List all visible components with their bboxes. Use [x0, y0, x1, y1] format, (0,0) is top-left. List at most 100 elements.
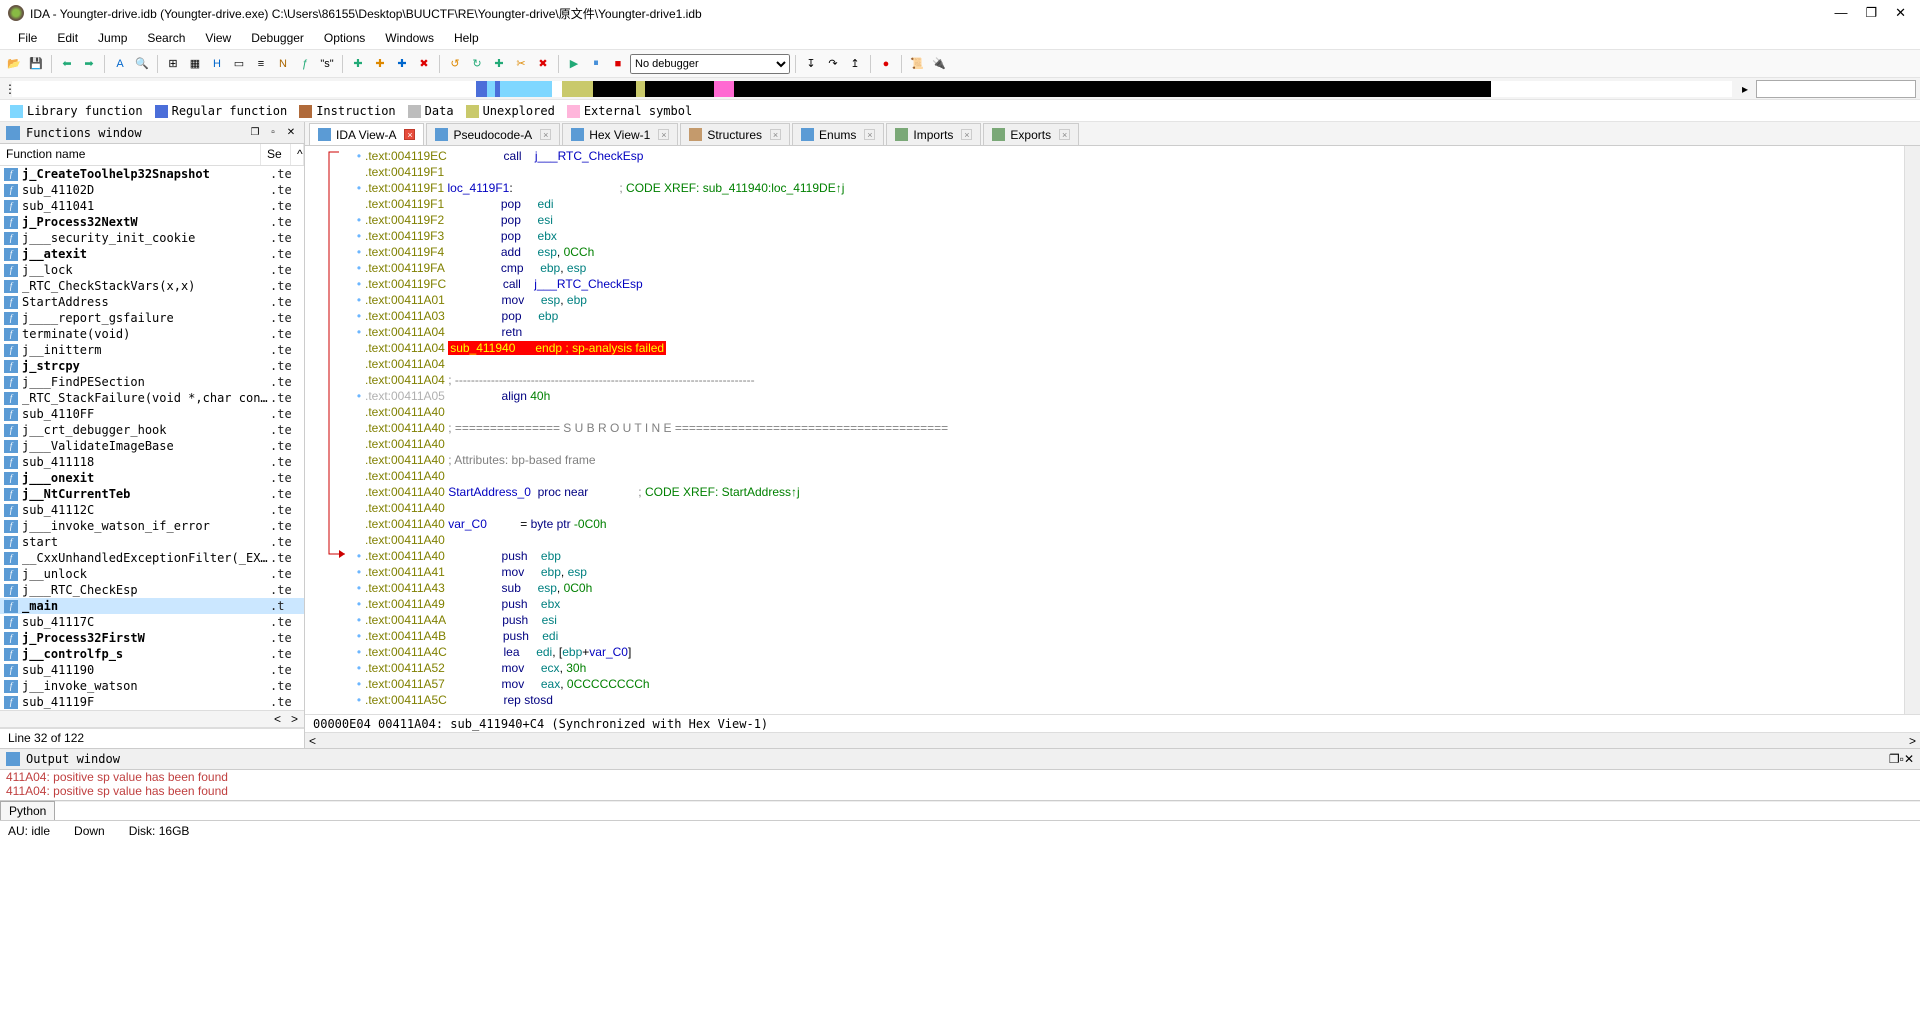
pause-icon[interactable]: ⏸ — [586, 54, 606, 74]
menu-debugger[interactable]: Debugger — [241, 28, 314, 48]
functions-list[interactable]: fj_CreateToolhelp32Snapshot.tefsub_41102… — [0, 166, 304, 710]
tab-enums[interactable]: Enums× — [792, 123, 884, 145]
function-row[interactable]: fj___onexit.te — [0, 470, 304, 486]
tab-close-icon[interactable]: × — [864, 129, 875, 140]
function-row[interactable]: fsub_411041.te — [0, 198, 304, 214]
search-text-icon[interactable]: A — [110, 54, 130, 74]
disasm-line[interactable]: •.text:00411A4C lea edi, [ebp+var_C0] — [353, 644, 1904, 660]
open-icon[interactable]: 📂 — [4, 54, 24, 74]
function-row[interactable]: fj_CreateToolhelp32Snapshot.te — [0, 166, 304, 182]
disasm-line[interactable]: .text:00411A04 — [353, 356, 1904, 372]
hex-icon[interactable]: H — [207, 54, 227, 74]
names-icon[interactable]: N — [273, 54, 293, 74]
disasm-line[interactable]: •.text:004119F2 pop esi — [353, 212, 1904, 228]
search-binary-icon[interactable]: 🔍 — [132, 54, 152, 74]
disasm-line[interactable]: •.text:004119F3 pop ebx — [353, 228, 1904, 244]
function-row[interactable]: fj___invoke_watson_if_error.te — [0, 518, 304, 534]
script-icon[interactable]: 📜 — [907, 54, 927, 74]
options-icon[interactable]: ▫ — [266, 126, 280, 140]
redo-icon[interactable]: ↻ — [467, 54, 487, 74]
scroll-up-icon[interactable]: ^ — [291, 144, 304, 165]
function-row[interactable]: fj__lock.te — [0, 262, 304, 278]
function-row[interactable]: fj_Process32NextW.te — [0, 214, 304, 230]
output-body[interactable]: 411A04: positive sp value has been found… — [0, 770, 1920, 800]
disasm-line[interactable]: .text:00411A40 ; Attributes: bp-based fr… — [353, 452, 1904, 468]
function-row[interactable]: f_main.t — [0, 598, 304, 614]
function-row[interactable]: fsub_411190.te — [0, 662, 304, 678]
function-row[interactable]: fsub_4110FF.te — [0, 406, 304, 422]
kill-icon[interactable]: ✖ — [414, 54, 434, 74]
back-icon[interactable]: ⬅ — [57, 54, 77, 74]
save-icon[interactable]: 💾 — [26, 54, 46, 74]
disasm-line[interactable]: •.text:004119FC call j___RTC_CheckEsp — [353, 276, 1904, 292]
disasm-line[interactable]: •.text:00411A01 mov esp, ebp — [353, 292, 1904, 308]
function-row[interactable]: f__CxxUnhandledExceptionFilter(_EXCEP….t… — [0, 550, 304, 566]
close-panel-icon[interactable]: ✕ — [284, 126, 298, 140]
function-row[interactable]: fj___security_init_cookie.te — [0, 230, 304, 246]
disasm-line[interactable]: •.text:00411A03 pop ebp — [353, 308, 1904, 324]
undo-icon[interactable]: ↺ — [445, 54, 465, 74]
disassembly-view[interactable]: •.text:004119EC call j___RTC_CheckEsp .t… — [353, 146, 1904, 714]
step-into-icon[interactable]: ↧ — [801, 54, 821, 74]
function-row[interactable]: fsub_41119F.te — [0, 694, 304, 710]
close-button[interactable]: ✕ — [1895, 5, 1906, 21]
python-tab[interactable]: Python — [0, 801, 55, 820]
step-out-icon[interactable]: ↥ — [845, 54, 865, 74]
nav-dropdown[interactable] — [1756, 80, 1916, 98]
menu-jump[interactable]: Jump — [88, 28, 137, 48]
function-row[interactable]: fsub_41112C.te — [0, 502, 304, 518]
strings-icon[interactable]: "s" — [317, 54, 337, 74]
plugin-icon[interactable]: 🔌 — [929, 54, 949, 74]
function-row[interactable]: fj___FindPESection.te — [0, 374, 304, 390]
cut-icon[interactable]: ✂ — [511, 54, 531, 74]
function-row[interactable]: fj__invoke_watson.te — [0, 678, 304, 694]
disasm-line[interactable]: .text:00411A04 sub_411940 endp ; sp-anal… — [353, 340, 1904, 356]
graph-icon[interactable]: ▦ — [185, 54, 205, 74]
zoom-fit-icon[interactable]: ⊞ — [163, 54, 183, 74]
vscroll[interactable] — [1904, 146, 1920, 714]
forward-icon[interactable]: ➡ — [79, 54, 99, 74]
delete-icon[interactable]: ✖ — [533, 54, 553, 74]
step-over-icon[interactable]: ↷ — [823, 54, 843, 74]
menu-windows[interactable]: Windows — [375, 28, 444, 48]
tab-close-icon[interactable]: × — [1059, 129, 1070, 140]
function-row[interactable]: fj_Process32FirstW.te — [0, 630, 304, 646]
function-row[interactable]: fsub_41117C.te — [0, 614, 304, 630]
command-input[interactable] — [55, 801, 1920, 820]
menu-help[interactable]: Help — [444, 28, 489, 48]
hscroll-disasm[interactable]: <> — [305, 732, 1920, 748]
disasm-line[interactable]: •.text:00411A49 push ebx — [353, 596, 1904, 612]
function-row[interactable]: fstart.te — [0, 534, 304, 550]
disasm-line[interactable]: •.text:00411A05 align 40h — [353, 388, 1904, 404]
function-row[interactable]: fsub_411118.te — [0, 454, 304, 470]
tab-close-icon[interactable]: × — [404, 129, 415, 140]
function-row[interactable]: fj__initterm.te — [0, 342, 304, 358]
menu-file[interactable]: File — [8, 28, 47, 48]
output-undock-icon[interactable]: ❐ — [1889, 752, 1900, 766]
tab-structures[interactable]: Structures× — [680, 123, 790, 145]
disasm-line[interactable]: .text:00411A40 — [353, 532, 1904, 548]
disasm-line[interactable]: .text:004119F1 — [353, 164, 1904, 180]
disasm-line[interactable]: •.text:00411A40 push ebp — [353, 548, 1904, 564]
tab-close-icon[interactable]: × — [961, 129, 972, 140]
function-row[interactable]: fterminate(void).te — [0, 326, 304, 342]
function-row[interactable]: fj____report_gsfailure.te — [0, 310, 304, 326]
disasm-line[interactable]: .text:00411A40 var_C0 = byte ptr -0C0h — [353, 516, 1904, 532]
function-row[interactable]: fj__NtCurrentTeb.te — [0, 486, 304, 502]
disasm-line[interactable]: .text:00411A40 — [353, 404, 1904, 420]
maximize-button[interactable]: ❐ — [1865, 5, 1877, 21]
disasm-line[interactable]: .text:00411A40 StartAddress_0 proc near … — [353, 484, 1904, 500]
function-row[interactable]: fj_strcpy.te — [0, 358, 304, 374]
menu-search[interactable]: Search — [137, 28, 195, 48]
plus3-icon[interactable]: ✚ — [392, 54, 412, 74]
enum-icon[interactable]: ≡ — [251, 54, 271, 74]
tab-imports[interactable]: Imports× — [886, 123, 981, 145]
function-row[interactable]: fj__crt_debugger_hook.te — [0, 422, 304, 438]
plus1-icon[interactable]: ✚ — [348, 54, 368, 74]
disasm-line[interactable]: •.text:004119F4 add esp, 0CCh — [353, 244, 1904, 260]
disasm-line[interactable]: .text:00411A40 — [353, 468, 1904, 484]
menu-view[interactable]: View — [195, 28, 241, 48]
disasm-line[interactable]: •.text:00411A41 mov ebp, esp — [353, 564, 1904, 580]
disasm-line[interactable]: •.text:004119FA cmp ebp, esp — [353, 260, 1904, 276]
disasm-line[interactable]: .text:00411A04 ; -----------------------… — [353, 372, 1904, 388]
